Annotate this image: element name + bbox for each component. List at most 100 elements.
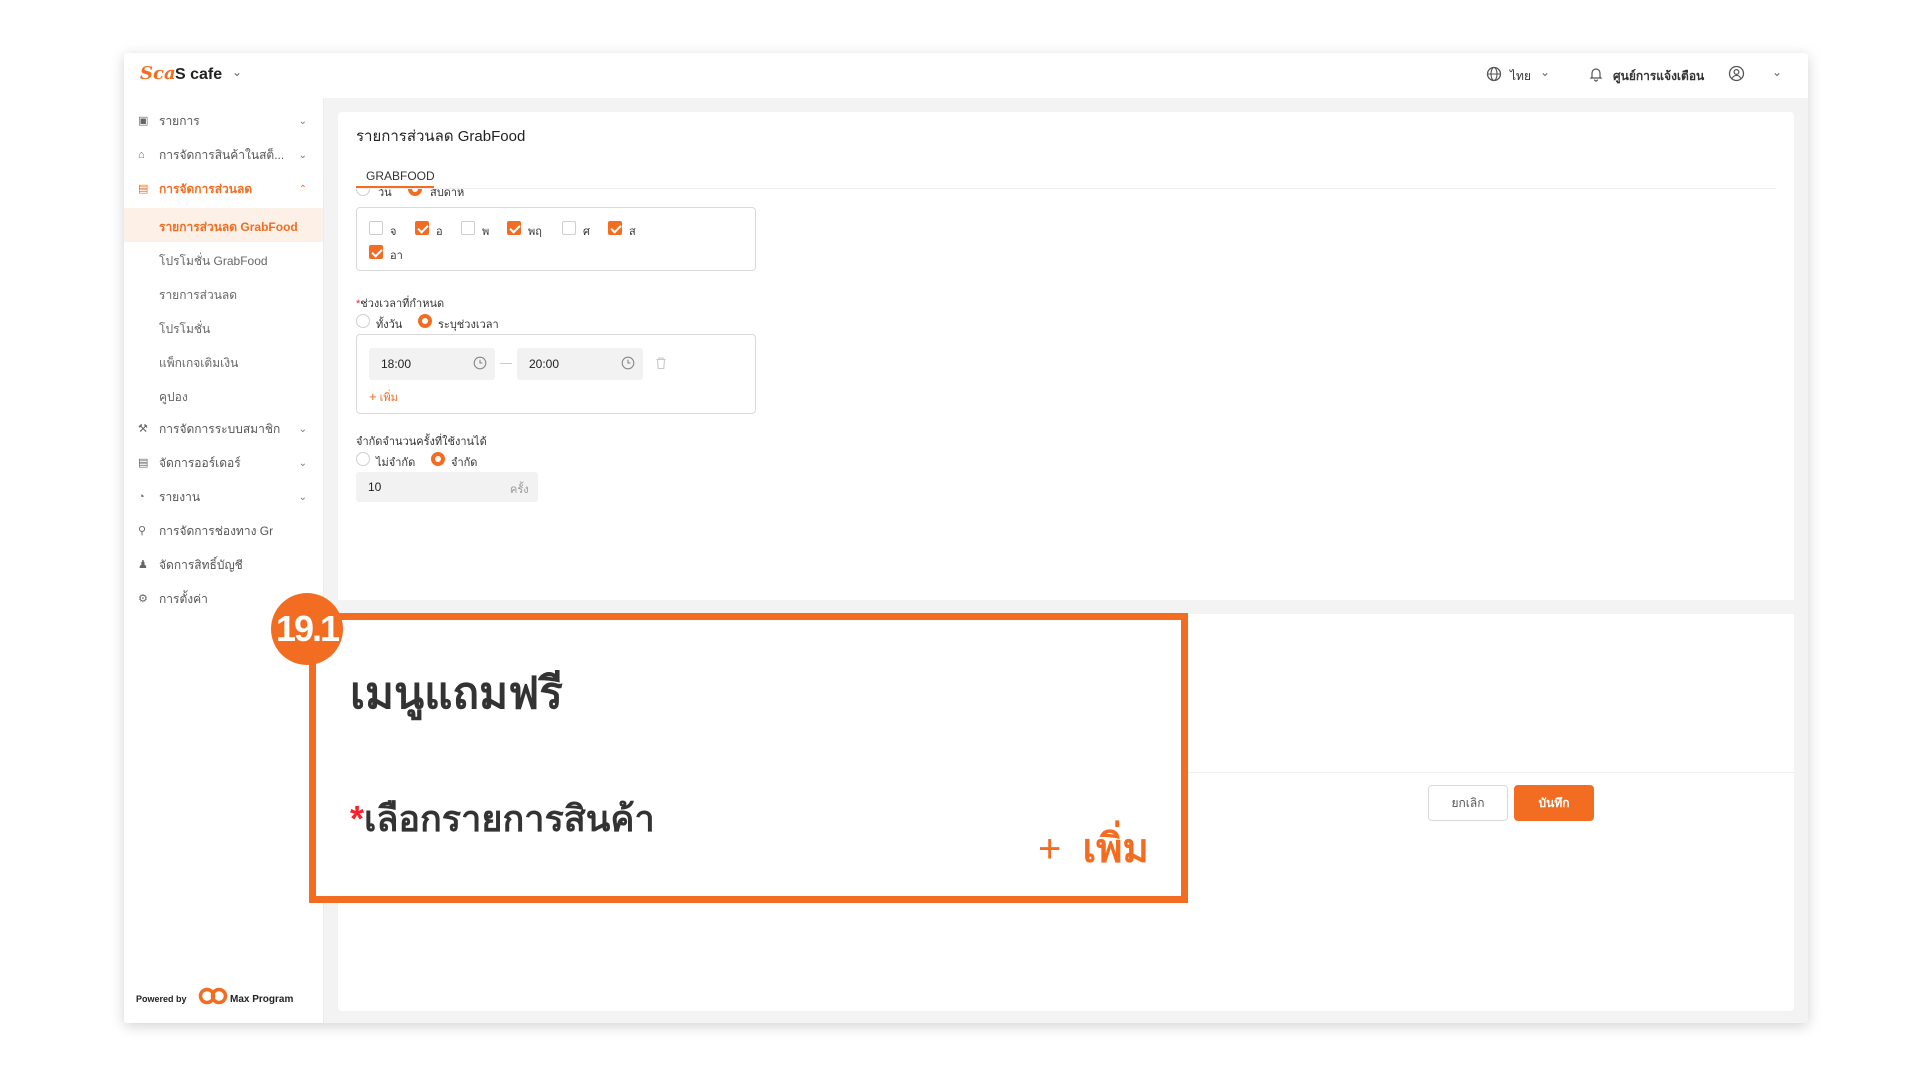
clock-icon xyxy=(621,356,635,370)
users-icon: ♟ xyxy=(138,559,148,571)
day-checkbox-sun[interactable] xyxy=(369,245,383,259)
time-radio-all-day[interactable] xyxy=(356,314,370,328)
weekday-box: จ อ พ พฤ ศ ส อา xyxy=(356,207,756,271)
chevron-down-icon[interactable]: ⌄ xyxy=(232,65,242,79)
usage-limit-value: 10 xyxy=(368,480,382,494)
usage-limit-input[interactable]: 10 ครั้ง xyxy=(356,472,538,502)
sidebar-subitem-label: แพ็กเกจเติมเงิน xyxy=(159,356,239,370)
day-mode-radio-day[interactable] xyxy=(356,189,370,196)
sidebar-item-label: รายการ xyxy=(159,113,200,128)
sidebar-subitem-label: โปรโมชั่น GrabFood xyxy=(159,254,268,268)
store-icon: ⌂ xyxy=(138,149,145,161)
chevron-up-icon: ⌃ xyxy=(298,183,307,195)
sidebar-item-stock[interactable]: ⌂ การจัดการสินค้าในสต็... ⌄ xyxy=(124,138,323,172)
end-time-input[interactable]: 20:00 xyxy=(517,348,643,380)
sidebar-subitem-label: โปรโมชั่น xyxy=(159,322,211,336)
day-label-sat: ส xyxy=(629,226,636,238)
day-mode-label-day: วัน xyxy=(378,189,392,199)
language-selector[interactable]: ไทย xyxy=(1510,67,1531,86)
sidebar-item-channel[interactable]: ⚲ การจัดการช่องทาง Gr xyxy=(124,514,323,548)
globe-icon[interactable] xyxy=(1486,66,1502,82)
day-checkbox-tue[interactable] xyxy=(415,221,429,235)
day-label-fri: ศ xyxy=(583,226,590,238)
sidebar-item-label: การจัดการส่วนลด xyxy=(159,181,253,196)
day-checkbox-wed[interactable] xyxy=(461,221,475,235)
plus-icon: + xyxy=(369,389,377,404)
chevron-down-icon: ⌄ xyxy=(298,423,307,435)
start-time-input[interactable]: 18:00 xyxy=(369,348,495,380)
sidebar-subitem-discount-list[interactable]: รายการส่วนลด xyxy=(124,276,323,310)
day-mode-row: วัน สัปดาห์ xyxy=(356,189,756,203)
day-label-thu: พฤ xyxy=(528,226,542,238)
day-checkbox-fri[interactable] xyxy=(562,221,576,235)
sidebar-subitem-label: คูปอง xyxy=(159,390,188,404)
add-product-label: เพิ่ม xyxy=(1082,827,1149,871)
day-label-tue: อ xyxy=(436,226,443,238)
sidebar-subitem-topup-package[interactable]: แพ็กเกจเติมเงิน xyxy=(124,344,323,378)
chevron-down-icon: ⌄ xyxy=(298,115,307,127)
sidebar-item-report[interactable]: ◔ รายงาน ⌄ xyxy=(124,480,323,514)
sidebar-subitem-grabfood-promo[interactable]: โปรโมชั่น GrabFood xyxy=(124,242,323,276)
free-menu-title: เมนูแถมฟรี xyxy=(350,669,563,718)
limit-label-unlimited: ไม่จำกัด xyxy=(376,457,416,469)
step-badge: 19.1 xyxy=(271,593,343,665)
user-avatar-icon[interactable] xyxy=(1728,65,1745,82)
sidebar-item-label: การจัดการระบบสมาชิก xyxy=(159,421,281,436)
sidebar-item-membership[interactable]: ⚒ การจัดการระบบสมาชิก ⌄ xyxy=(124,412,323,446)
limit-radio-limited[interactable] xyxy=(431,452,445,466)
day-mode-radio-week[interactable] xyxy=(408,189,422,196)
settings-icon: ⚙ xyxy=(138,593,148,605)
day-label-wed: พ xyxy=(482,226,490,238)
notification-center-link[interactable]: ศูนย์การแจ้งเตือน xyxy=(1613,67,1704,86)
sidebar-item-orders[interactable]: ▤ จัดการออร์เดอร์ ⌄ xyxy=(124,446,323,480)
sidebar-item-discount[interactable]: ▤ การจัดการส่วนลด ⌃ xyxy=(124,172,323,206)
day-label-sun: อา xyxy=(390,250,403,262)
channel-icon: ⚲ xyxy=(138,525,147,537)
day-checkbox-mon[interactable] xyxy=(369,221,383,235)
add-product-button[interactable]: + เพิ่ม xyxy=(1038,816,1149,880)
plus-icon: + xyxy=(1038,827,1062,871)
zoom-callout: เมนูแถมฟรี *เลือกรายการสินค้า + เพิ่ม xyxy=(309,613,1188,903)
day-label-mon: จ xyxy=(390,226,397,238)
order-icon: ▤ xyxy=(138,457,149,469)
time-label-specific: ระบุช่วงเวลา xyxy=(438,319,499,331)
discount-icon: ▤ xyxy=(138,183,149,195)
day-checkbox-thu[interactable] xyxy=(507,221,521,235)
trash-icon[interactable] xyxy=(655,356,667,370)
bell-icon[interactable] xyxy=(1588,66,1604,82)
save-button[interactable]: บันทึก xyxy=(1514,785,1594,821)
sidebar-item-list[interactable]: ▣ รายการ ⌄ xyxy=(124,104,323,138)
time-range-box: 18:00 20:00 + เพิ่ม xyxy=(356,334,756,414)
time-label-all-day: ทั้งวัน xyxy=(376,319,403,331)
time-range-label: *ช่วงเวลาที่กำหนด xyxy=(356,298,445,310)
limit-radio-unlimited[interactable] xyxy=(356,452,370,466)
sidebar-subitem-promotion[interactable]: โปรโมชั่น xyxy=(124,310,323,344)
sidebar-item-label: รายงาน xyxy=(159,489,201,504)
sidebar-subitem-coupon[interactable]: คูปอง xyxy=(124,378,323,412)
sidebar-item-label: จัดการสิทธิ์บัญชี xyxy=(159,557,243,572)
tab-grabfood[interactable]: GRABFOOD xyxy=(366,169,435,183)
page-title: รายการส่วนลด GrabFood xyxy=(356,128,526,145)
time-radio-specific[interactable] xyxy=(418,314,432,328)
brand-name[interactable]: S cafe xyxy=(175,66,222,84)
sidebar-item-label: การจัดการช่องทาง Gr xyxy=(159,523,274,538)
add-time-label: เพิ่ม xyxy=(379,392,398,404)
add-time-button[interactable]: + เพิ่ม xyxy=(369,388,398,406)
usage-limit-label: จำกัดจำนวนครั้งที่ใช้งานได้ xyxy=(356,436,487,448)
sidebar-item-permissions[interactable]: ♟ จัดการสิทธิ์บัญชี xyxy=(124,548,323,582)
section-divider xyxy=(338,600,1794,614)
chevron-down-icon[interactable]: ⌄ xyxy=(1772,65,1782,79)
cancel-button[interactable]: ยกเลิก xyxy=(1428,785,1508,821)
select-product-label: *เลือกรายการสินค้า xyxy=(350,798,655,839)
chevron-down-icon: ⌄ xyxy=(298,491,307,503)
sidebar-subitem-grabfood-discount[interactable]: รายการส่วนลด GrabFood xyxy=(124,208,323,242)
day-mode-label-week: สัปดาห์ xyxy=(430,189,465,199)
program-name: Max Program xyxy=(230,994,294,1005)
chevron-down-icon[interactable]: ⌄ xyxy=(1540,65,1550,79)
member-icon: ⚒ xyxy=(138,423,148,435)
sidebar-item-label: จัดการออร์เดอร์ xyxy=(159,455,241,470)
clock-icon xyxy=(473,356,487,370)
chevron-down-icon: ⌄ xyxy=(298,457,307,469)
day-checkbox-sat[interactable] xyxy=(608,221,622,235)
sidebar-item-label: การจัดการสินค้าในสต็... xyxy=(159,147,285,162)
